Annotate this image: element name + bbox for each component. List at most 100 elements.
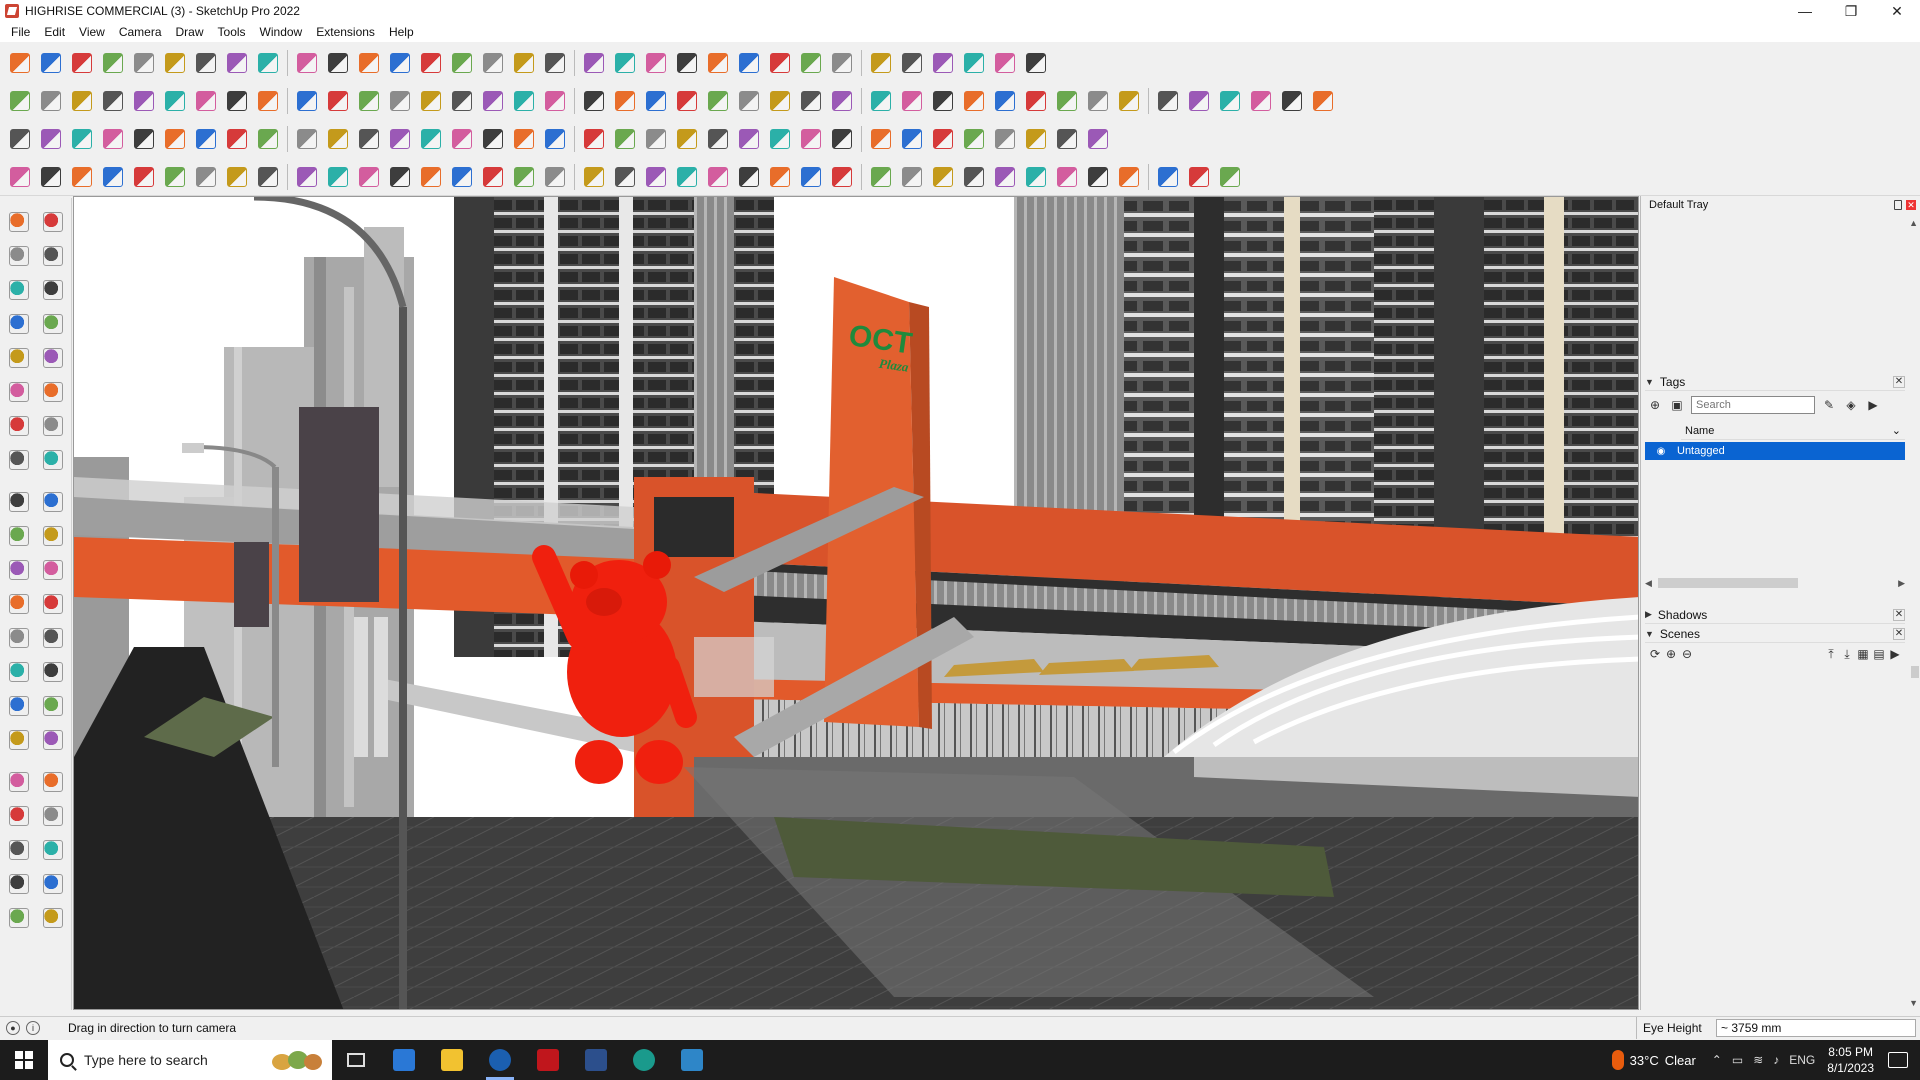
- split-button[interactable]: [867, 49, 895, 77]
- menu-tools[interactable]: Tools: [211, 22, 253, 42]
- volume-icon[interactable]: ♪: [1773, 1053, 1779, 1067]
- move-plus-button[interactable]: [417, 125, 445, 153]
- start-button[interactable]: [0, 1040, 48, 1080]
- tags-search-input[interactable]: [1691, 396, 1815, 414]
- move-scene-up-icon[interactable]: ⤒: [1823, 646, 1839, 662]
- walk-tool-button[interactable]: [5, 802, 33, 830]
- path-button[interactable]: [1053, 125, 1081, 153]
- grid-button[interactable]: [898, 125, 926, 153]
- look-around-tool-button[interactable]: [39, 802, 67, 830]
- shed-button[interactable]: [642, 87, 670, 115]
- update-scene-icon[interactable]: ⟳: [1647, 646, 1663, 662]
- tags-panel-close-icon[interactable]: ✕: [1893, 375, 1905, 388]
- stair-button[interactable]: [704, 163, 732, 191]
- offset-button[interactable]: [355, 125, 383, 153]
- arc-button[interactable]: [1115, 87, 1143, 115]
- move-button[interactable]: [254, 49, 282, 77]
- scenes-details-icon[interactable]: ▶: [1887, 646, 1903, 662]
- scale-tool-button[interactable]: [5, 556, 33, 584]
- add-scene-icon[interactable]: ⊕: [1663, 646, 1679, 662]
- taskbar-app-edge[interactable]: [620, 1040, 668, 1080]
- frame-button[interactable]: [254, 125, 282, 153]
- star-button[interactable]: [673, 125, 701, 153]
- palm-button[interactable]: [1185, 163, 1213, 191]
- section-button[interactable]: [797, 49, 825, 77]
- zoom-button[interactable]: [6, 49, 34, 77]
- cone-button[interactable]: [510, 125, 538, 153]
- tape-button[interactable]: [355, 49, 383, 77]
- spiral-button[interactable]: [1154, 87, 1182, 115]
- tray-close-button[interactable]: ✕: [1906, 200, 1916, 210]
- grid-light-button[interactable]: [1022, 163, 1050, 191]
- loop-button[interactable]: [1247, 87, 1275, 115]
- stamp-button[interactable]: [417, 87, 445, 115]
- orbit-button[interactable]: [448, 49, 476, 77]
- shaded-button[interactable]: [99, 87, 127, 115]
- clock[interactable]: 8:05 PM 8/1/2023: [1827, 1044, 1874, 1076]
- section-plane-tool-button[interactable]: [39, 836, 67, 864]
- disc-button[interactable]: [611, 163, 639, 191]
- dimension-tool-button[interactable]: [39, 590, 67, 618]
- pan-tool-button[interactable]: [39, 692, 67, 720]
- eraser-tool-button[interactable]: [39, 242, 67, 270]
- push-pull-tool-button[interactable]: [39, 488, 67, 516]
- top-view-button[interactable]: [611, 49, 639, 77]
- menu-window[interactable]: Window: [253, 22, 310, 42]
- paint-bucket-button[interactable]: [417, 49, 445, 77]
- tilt-button[interactable]: [642, 163, 670, 191]
- component-tool-button[interactable]: [5, 276, 33, 304]
- hatch-button[interactable]: [386, 163, 414, 191]
- scatter-button[interactable]: [1022, 125, 1050, 153]
- line-tool-button[interactable]: [5, 310, 33, 338]
- warehouse-button[interactable]: [929, 49, 957, 77]
- polygon-tool-button[interactable]: [39, 378, 67, 406]
- spline-button[interactable]: [1185, 87, 1213, 115]
- tape-measure-tool-button[interactable]: [39, 276, 67, 304]
- tag-color-icon[interactable]: ◈: [1843, 397, 1859, 413]
- wall-button[interactable]: [704, 87, 732, 115]
- loop-yellow-button[interactable]: [580, 125, 608, 153]
- orbit-tool-button[interactable]: [39, 208, 67, 236]
- freehand-tool-button[interactable]: [39, 310, 67, 338]
- solid-split-button[interactable]: [99, 125, 127, 153]
- position-camera-tool-button[interactable]: [5, 836, 33, 864]
- scroll-right-icon[interactable]: ▶: [1898, 578, 1905, 589]
- iso-view-button[interactable]: [580, 49, 608, 77]
- arrow-button[interactable]: [673, 163, 701, 191]
- cylinder-button[interactable]: [293, 125, 321, 153]
- chain-button[interactable]: [324, 125, 352, 153]
- curve-button[interactable]: [1216, 87, 1244, 115]
- tag-tool-pencil-icon[interactable]: ✎: [1821, 397, 1837, 413]
- eraser-button[interactable]: [68, 49, 96, 77]
- follow-me-tool-button[interactable]: [39, 522, 67, 550]
- pan-button[interactable]: [479, 49, 507, 77]
- smoove-button[interactable]: [386, 87, 414, 115]
- menu-edit[interactable]: Edit: [37, 22, 72, 42]
- pencil-button[interactable]: [99, 49, 127, 77]
- taskbar-app-calculator[interactable]: [380, 1040, 428, 1080]
- tags-panel-header[interactable]: ▼ Tags ✕: [1645, 373, 1905, 391]
- textured-button[interactable]: [130, 87, 158, 115]
- add-tag-folder-icon[interactable]: ▣: [1669, 397, 1685, 413]
- taskbar-app-sketchup[interactable]: [476, 1040, 524, 1080]
- wifi-icon[interactable]: ≋: [1753, 1053, 1763, 1067]
- monochrome-button[interactable]: [161, 87, 189, 115]
- tray-scroll-thumb[interactable]: [1911, 666, 1919, 678]
- rotated-rect-tool-button[interactable]: [39, 344, 67, 372]
- extension-button[interactable]: [1022, 49, 1050, 77]
- rectangle-tool-button[interactable]: [5, 344, 33, 372]
- hidden-line-button[interactable]: [192, 87, 220, 115]
- taskbar-app-snipping[interactable]: [572, 1040, 620, 1080]
- shuffle-button[interactable]: [479, 125, 507, 153]
- protractor-tool-button[interactable]: [5, 624, 33, 652]
- taskbar-search[interactable]: Type here to search: [48, 1040, 332, 1080]
- ellipse-button[interactable]: [1053, 87, 1081, 115]
- scroll-left-icon[interactable]: ◀: [1645, 578, 1652, 589]
- lattice-button[interactable]: [1115, 163, 1143, 191]
- cycle-button[interactable]: [642, 125, 670, 153]
- offset-tool-button[interactable]: [39, 556, 67, 584]
- up-arrows-button[interactable]: [828, 49, 856, 77]
- ribs-button[interactable]: [580, 163, 608, 191]
- previous-view-tool-button[interactable]: [39, 768, 67, 796]
- curve-dot-button[interactable]: [37, 163, 65, 191]
